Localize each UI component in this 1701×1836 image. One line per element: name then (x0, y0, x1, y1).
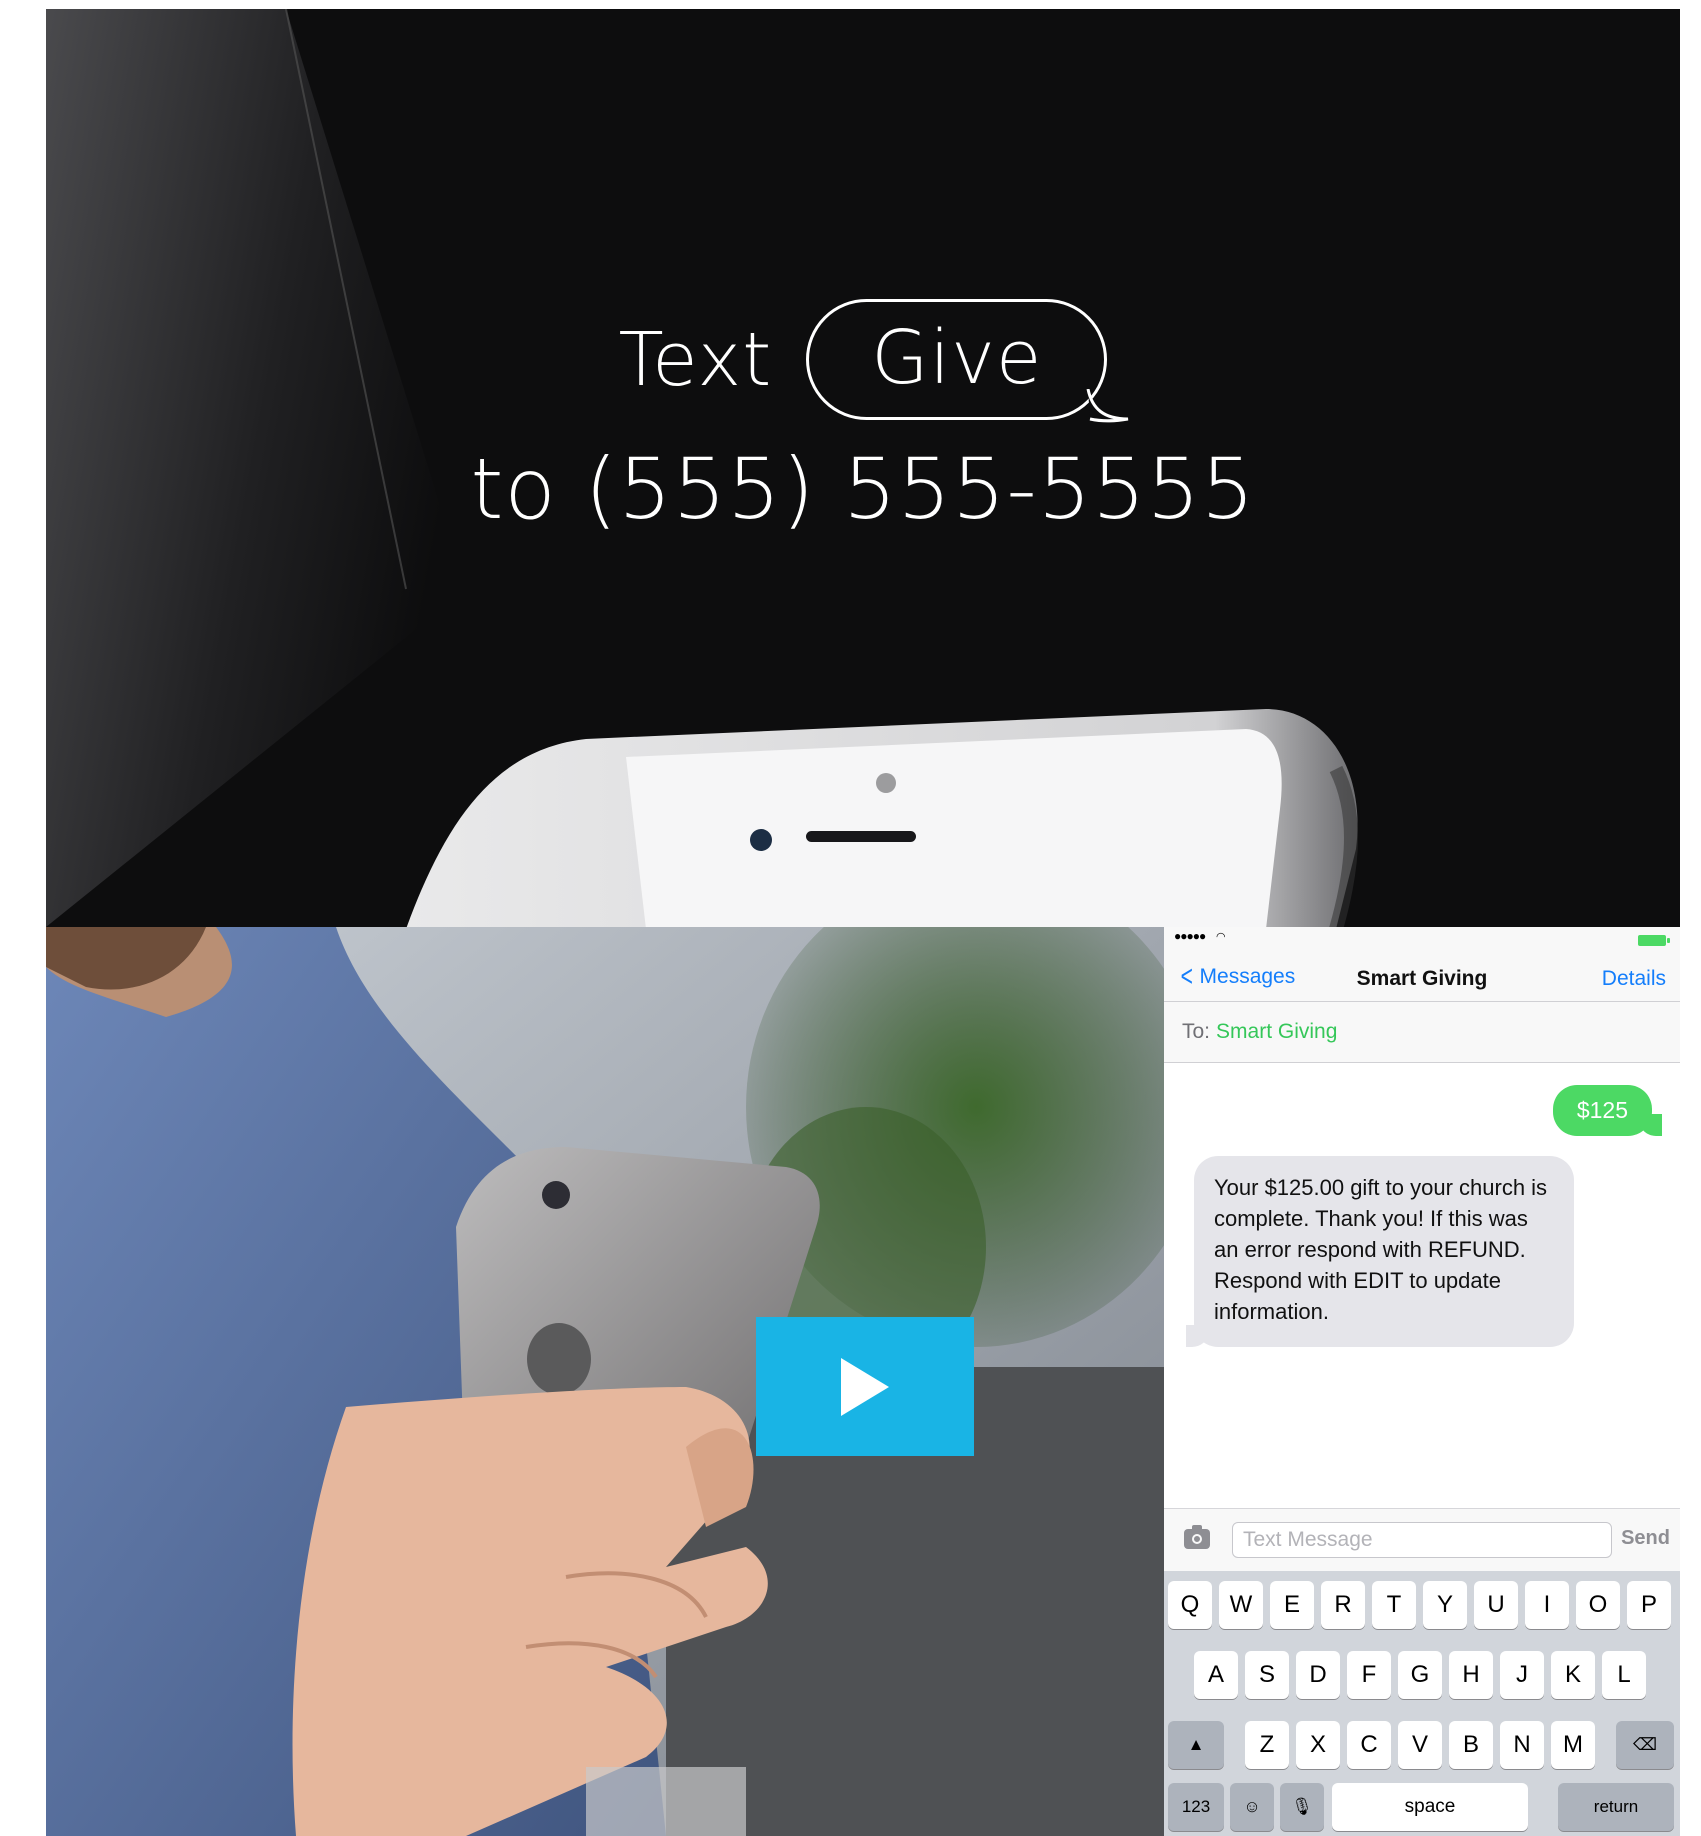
key-k[interactable]: K (1551, 1651, 1595, 1699)
key-c[interactable]: C (1347, 1721, 1391, 1769)
keyword-bubble: Give (806, 299, 1129, 423)
key-u[interactable]: U (1474, 1581, 1518, 1629)
phone-number: to (555) 555-5555 (470, 440, 1256, 539)
key-t[interactable]: T (1372, 1581, 1416, 1629)
play-icon (841, 1357, 889, 1416)
delete-key[interactable]: ⌫ (1616, 1721, 1674, 1769)
shift-key[interactable]: ▲ (1168, 1721, 1224, 1769)
bubble-tail-icon (1086, 389, 1129, 423)
key-o[interactable]: O (1576, 1581, 1620, 1629)
key-i[interactable]: I (1525, 1581, 1569, 1629)
battery-icon (1638, 935, 1670, 946)
key-x[interactable]: X (1296, 1721, 1340, 1769)
key-h[interactable]: H (1449, 1651, 1493, 1699)
emoji-icon: ☺ (1243, 1797, 1261, 1816)
space-key[interactable]: space (1332, 1783, 1528, 1831)
recipient-name[interactable]: Smart Giving (1216, 1020, 1337, 1044)
microphone-icon: 🎙 (1291, 1797, 1313, 1816)
received-message-bubble: Your $125.00 gift to your church is comp… (1186, 1156, 1574, 1347)
shift-icon: ▲ (1187, 1735, 1205, 1754)
key-e[interactable]: E (1270, 1581, 1314, 1629)
message-thread: $125 Your $125.00 gift to your church is… (1164, 1063, 1680, 1510)
key-v[interactable]: V (1398, 1721, 1442, 1769)
key-p[interactable]: P (1627, 1581, 1671, 1629)
compose-bar: Text Message Send (1164, 1508, 1680, 1571)
status-bar: ●●●●● ◠ (1164, 927, 1680, 953)
emoji-key[interactable]: ☺ (1230, 1783, 1274, 1831)
key-w[interactable]: W (1219, 1581, 1263, 1629)
return-key[interactable]: return (1558, 1783, 1674, 1831)
keyword: Give (871, 315, 1043, 401)
person-holding-phone-image (46, 927, 1164, 1836)
details-button[interactable]: Details (1602, 967, 1666, 991)
sent-message-bubble: $125 (1552, 1085, 1663, 1136)
key-s[interactable]: S (1245, 1651, 1289, 1699)
messages-screen: ●●●●● ◠ < Messages Smart Giving Details … (1164, 927, 1680, 1836)
message-input[interactable]: Text Message (1232, 1522, 1612, 1558)
keyboard: Q W E R T Y U I O P A S D F G H J K L ▲ … (1164, 1571, 1680, 1836)
key-q[interactable]: Q (1168, 1581, 1212, 1629)
recipient-row: To: Smart Giving (1164, 1002, 1680, 1063)
key-f[interactable]: F (1347, 1651, 1391, 1699)
phone-illustration (406, 699, 1366, 927)
key-l[interactable]: L (1602, 1651, 1646, 1699)
video-thumbnail[interactable] (46, 927, 1164, 1836)
key-d[interactable]: D (1296, 1651, 1340, 1699)
key-b[interactable]: B (1449, 1721, 1493, 1769)
conversation-header: < Messages Smart Giving Details (1164, 953, 1680, 1002)
microphone-key[interactable]: 🎙 (1280, 1783, 1324, 1831)
key-z[interactable]: Z (1245, 1721, 1289, 1769)
key-r[interactable]: R (1321, 1581, 1365, 1629)
key-n[interactable]: N (1500, 1721, 1544, 1769)
key-g[interactable]: G (1398, 1651, 1442, 1699)
key-j[interactable]: J (1500, 1651, 1544, 1699)
wifi-icon: ◠ (1216, 931, 1226, 943)
camera-icon[interactable] (1184, 1525, 1210, 1549)
hero-banner: Text Give to (555) 555-5555 (46, 9, 1680, 927)
key-m[interactable]: M (1551, 1721, 1595, 1769)
play-button[interactable] (756, 1317, 974, 1456)
delete-icon: ⌫ (1632, 1735, 1658, 1754)
numbers-key[interactable]: 123 (1168, 1783, 1224, 1831)
send-button[interactable]: Send (1621, 1527, 1670, 1550)
text-to-give-headline: Text Give to (555) 555-5555 (46, 299, 1680, 538)
to-label: To: (1182, 1020, 1211, 1043)
key-y[interactable]: Y (1423, 1581, 1467, 1629)
text-word: Text (618, 316, 773, 403)
signal-icon: ●●●●● (1174, 929, 1206, 943)
key-a[interactable]: A (1194, 1651, 1238, 1699)
